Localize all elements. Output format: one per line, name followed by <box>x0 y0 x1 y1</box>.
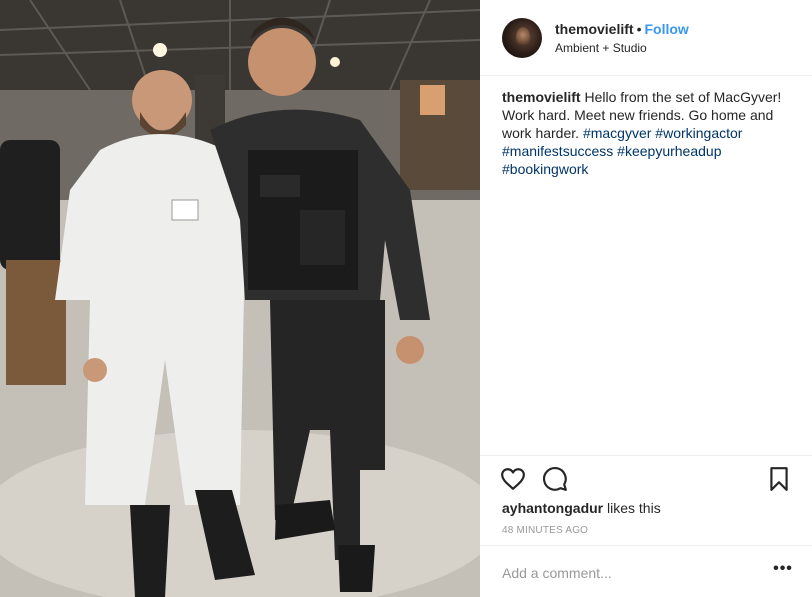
follow-button[interactable]: Follow <box>644 21 688 37</box>
likes-line: ayhantongadur likes this <box>502 500 661 516</box>
likes-suffix: likes this <box>607 500 661 516</box>
post-timestamp[interactable]: 48 MINUTES AGO <box>502 525 588 536</box>
username-link[interactable]: themovielift <box>555 21 634 37</box>
add-comment-section: ••• <box>480 545 812 597</box>
post-photo[interactable] <box>0 0 480 597</box>
location-link[interactable]: Ambient + Studio <box>555 41 647 55</box>
post-header: themovielift • Follow Ambient + Studio <box>480 0 812 76</box>
heart-icon[interactable] <box>500 466 526 492</box>
photo-scene <box>0 0 480 597</box>
bookmark-icon-graphic <box>770 467 788 491</box>
hashtag-link[interactable]: #keepyurheadup <box>617 143 721 159</box>
post-caption: themovielift Hello from the set of MacGy… <box>502 88 798 178</box>
comment-input[interactable] <box>502 562 762 584</box>
avatar[interactable] <box>502 18 542 58</box>
heart-icon-graphic <box>501 468 525 490</box>
post-side-panel: themovielift • Follow Ambient + Studio the… <box>480 0 812 597</box>
post-actions <box>480 455 812 499</box>
hashtag-link[interactable]: #macgyver <box>583 125 651 141</box>
separator-dot: • <box>636 21 642 37</box>
hashtag-link[interactable]: #workingactor <box>655 125 742 141</box>
header-user-line: themovielift • Follow <box>555 21 689 37</box>
comment-icon-graphic <box>543 467 567 491</box>
hashtag-link[interactable]: #manifestsuccess <box>502 143 613 159</box>
caption-username[interactable]: themovielift <box>502 89 581 105</box>
hashtag-link[interactable]: #bookingwork <box>502 161 588 177</box>
liker-username[interactable]: ayhantongadur <box>502 500 603 516</box>
more-options-button[interactable]: ••• <box>772 561 794 580</box>
bookmark-icon[interactable] <box>766 466 792 492</box>
comment-icon[interactable] <box>542 466 568 492</box>
